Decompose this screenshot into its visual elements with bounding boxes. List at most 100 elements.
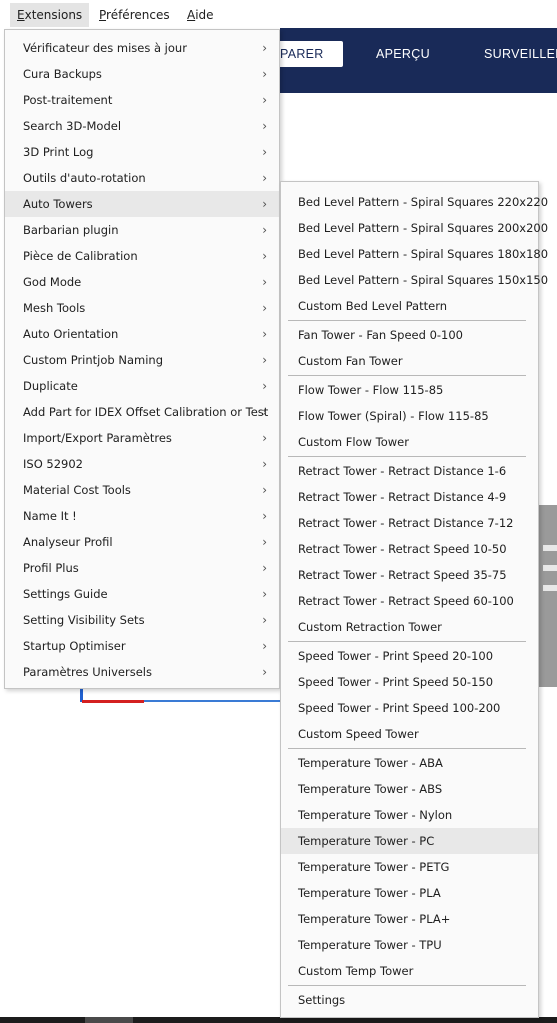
menu-item-barbarian-plugin[interactable]: Barbarian plugin › [5, 217, 279, 243]
chevron-right-icon: › [262, 197, 267, 211]
menu-item-label: Paramètres Universels [23, 665, 152, 679]
menu-item-verificateur-des-mises-a-jour[interactable]: Vérificateur des mises à jour › [5, 35, 279, 61]
submenu-item-custom-flow-tower[interactable]: Custom Flow Tower [281, 429, 538, 455]
menu-item-label: Startup Optimiser [23, 639, 126, 653]
build-plate-side [538, 505, 557, 687]
chevron-right-icon: › [262, 431, 267, 445]
menu-item-god-mode[interactable]: God Mode › [5, 269, 279, 295]
menu-item-3d-print-log[interactable]: 3D Print Log › [5, 139, 279, 165]
menu-item-label: Profil Plus [23, 561, 79, 575]
chevron-right-icon: › [262, 665, 267, 679]
menu-preferences-mnemonic: P [99, 8, 107, 22]
submenu-item-speed-tower-print-speed-20-100[interactable]: Speed Tower - Print Speed 20-100 [281, 643, 538, 669]
submenu-item-retract-tower-retract-distance-7-12[interactable]: Retract Tower - Retract Distance 7-12 [281, 510, 538, 536]
chevron-right-icon: › [262, 353, 267, 367]
menu-item-outils-d-auto-rotation[interactable]: Outils d'auto-rotation › [5, 165, 279, 191]
menu-preferences[interactable]: Préférences [92, 3, 177, 27]
submenu-item-custom-speed-tower[interactable]: Custom Speed Tower [281, 721, 538, 747]
menu-extensions[interactable]: Extensions [10, 3, 90, 27]
chevron-right-icon: › [262, 561, 267, 575]
menu-item-analyseur-profil[interactable]: Analyseur Profil › [5, 529, 279, 555]
submenu-item-bed-level-pattern-spiral-squares-150x150[interactable]: Bed Level Pattern - Spiral Squares 150x1… [281, 267, 548, 293]
menu-item-name-it[interactable]: Name It ! › [5, 503, 279, 529]
chevron-right-icon: › [262, 223, 267, 237]
menu-item-auto-orientation[interactable]: Auto Orientation › [5, 321, 279, 347]
submenu-item-custom-temp-tower[interactable]: Custom Temp Tower [281, 958, 538, 984]
menu-item-mesh-tools[interactable]: Mesh Tools › [5, 295, 279, 321]
menu-item-label: Vérificateur des mises à jour [23, 41, 187, 55]
menu-item-material-cost-tools[interactable]: Material Cost Tools › [5, 477, 279, 503]
submenu-item-temperature-tower-pla[interactable]: Temperature Tower - PLA [281, 880, 538, 906]
chevron-right-icon: › [262, 457, 267, 471]
menu-bar: Extensions Préférences Aide [0, 0, 557, 28]
menu-help-mnemonic: A [187, 8, 196, 22]
chevron-right-icon: › [262, 639, 267, 653]
stage-header: PARER APERÇU SURVEILLER [270, 28, 557, 93]
menu-help[interactable]: Aide [180, 3, 221, 27]
menu-item-label: Duplicate [23, 379, 78, 393]
menu-item-profil-plus[interactable]: Profil Plus › [5, 555, 279, 581]
menu-item-setting-visibility-sets[interactable]: Setting Visibility Sets › [5, 607, 279, 633]
tab-prepare[interactable]: PARER [270, 41, 343, 67]
menu-item-label: Import/Export Paramètres [23, 431, 172, 445]
submenu-item-custom-fan-tower[interactable]: Custom Fan Tower [281, 348, 538, 374]
chevron-right-icon: › [262, 509, 267, 523]
menu-help-label: ide [195, 8, 214, 22]
menu-item-label: Mesh Tools [23, 301, 86, 315]
submenu-item-custom-bed-level-pattern[interactable]: Custom Bed Level Pattern [281, 293, 538, 319]
submenu-item-bed-level-pattern-spiral-squares-200x200[interactable]: Bed Level Pattern - Spiral Squares 200x2… [281, 215, 548, 241]
chevron-right-icon: › [262, 41, 267, 55]
submenu-item-temperature-tower-petg[interactable]: Temperature Tower - PETG [281, 854, 538, 880]
submenu-item-retract-tower-retract-speed-10-50[interactable]: Retract Tower - Retract Speed 10-50 [281, 536, 538, 562]
submenu-item-retract-tower-retract-speed-35-75[interactable]: Retract Tower - Retract Speed 35-75 [281, 562, 538, 588]
menu-item-label: Barbarian plugin [23, 223, 119, 237]
menu-item-label: Search 3D-Model [23, 119, 122, 133]
submenu-item-flow-tower-spiral-flow-115-85[interactable]: Flow Tower (Spiral) - Flow 115-85 [281, 403, 538, 429]
menu-item-parametres-universels[interactable]: Paramètres Universels › [5, 659, 279, 685]
submenu-item-temperature-tower-abs[interactable]: Temperature Tower - ABS [281, 776, 538, 802]
menu-item-label: Setting Visibility Sets [23, 613, 145, 627]
menu-item-import-export-parametres[interactable]: Import/Export Paramètres › [5, 425, 279, 451]
menu-item-label: Post-traitement [23, 93, 113, 107]
menu-item-add-part-for-idex-offset-calibration-or-test[interactable]: Add Part for IDEX Offset Calibration or … [5, 399, 279, 425]
submenu-item-retract-tower-retract-distance-4-9[interactable]: Retract Tower - Retract Distance 4-9 [281, 484, 538, 510]
plate-strip [543, 585, 557, 591]
chevron-right-icon: › [262, 327, 267, 341]
menu-item-startup-optimiser[interactable]: Startup Optimiser › [5, 633, 279, 659]
menu-item-cura-backups[interactable]: Cura Backups › [5, 61, 279, 87]
chevron-right-icon: › [262, 587, 267, 601]
submenu-item-bed-level-pattern-spiral-squares-180x180[interactable]: Bed Level Pattern - Spiral Squares 180x1… [281, 241, 548, 267]
submenu-item-retract-tower-retract-distance-1-6[interactable]: Retract Tower - Retract Distance 1-6 [281, 458, 538, 484]
tab-preview[interactable]: APERÇU [376, 41, 430, 67]
chevron-right-icon: › [262, 483, 267, 497]
submenu-item-temperature-tower-pla[interactable]: Temperature Tower - PLA+ [281, 906, 538, 932]
submenu-item-fan-tower-fan-speed-0-100[interactable]: Fan Tower - Fan Speed 0-100 [281, 322, 538, 348]
submenu-item-bed-level-pattern-spiral-squares-220x220[interactable]: Bed Level Pattern - Spiral Squares 220x2… [281, 189, 548, 215]
menu-item-label: Name It ! [23, 509, 77, 523]
chevron-right-icon: › [262, 145, 267, 159]
submenu-item-flow-tower-flow-115-85[interactable]: Flow Tower - Flow 115-85 [281, 377, 538, 403]
submenu-item-temperature-tower-aba[interactable]: Temperature Tower - ABA [281, 750, 538, 776]
submenu-item-temperature-tower-tpu[interactable]: Temperature Tower - TPU [281, 932, 538, 958]
menu-item-duplicate[interactable]: Duplicate › [5, 373, 279, 399]
submenu-item-temperature-tower-nylon[interactable]: Temperature Tower - Nylon [281, 802, 538, 828]
menu-item-custom-printjob-naming[interactable]: Custom Printjob Naming › [5, 347, 279, 373]
submenu-item-settings[interactable]: Settings [281, 987, 538, 1013]
submenu-item-speed-tower-print-speed-50-150[interactable]: Speed Tower - Print Speed 50-150 [281, 669, 538, 695]
chevron-right-icon: › [262, 301, 267, 315]
chevron-right-icon: › [262, 119, 267, 133]
menu-item-settings-guide[interactable]: Settings Guide › [5, 581, 279, 607]
menu-item-piece-de-calibration[interactable]: Pièce de Calibration › [5, 243, 279, 269]
menu-item-auto-towers[interactable]: Auto Towers › [5, 191, 279, 217]
tab-monitor[interactable]: SURVEILLER [484, 41, 557, 67]
menu-item-post-traitement[interactable]: Post-traitement › [5, 87, 279, 113]
menu-preferences-label: références [106, 8, 170, 22]
menu-item-label: Outils d'auto-rotation [23, 171, 146, 185]
submenu-item-retract-tower-retract-speed-60-100[interactable]: Retract Tower - Retract Speed 60-100 [281, 588, 538, 614]
submenu-item-temperature-tower-pc[interactable]: Temperature Tower - PC [281, 828, 538, 854]
submenu-item-custom-retraction-tower[interactable]: Custom Retraction Tower [281, 614, 538, 640]
menu-item-iso-52902[interactable]: ISO 52902 › [5, 451, 279, 477]
chevron-right-icon: › [262, 405, 267, 419]
submenu-item-speed-tower-print-speed-100-200[interactable]: Speed Tower - Print Speed 100-200 [281, 695, 538, 721]
menu-item-search-3d-model[interactable]: Search 3D-Model › [5, 113, 279, 139]
